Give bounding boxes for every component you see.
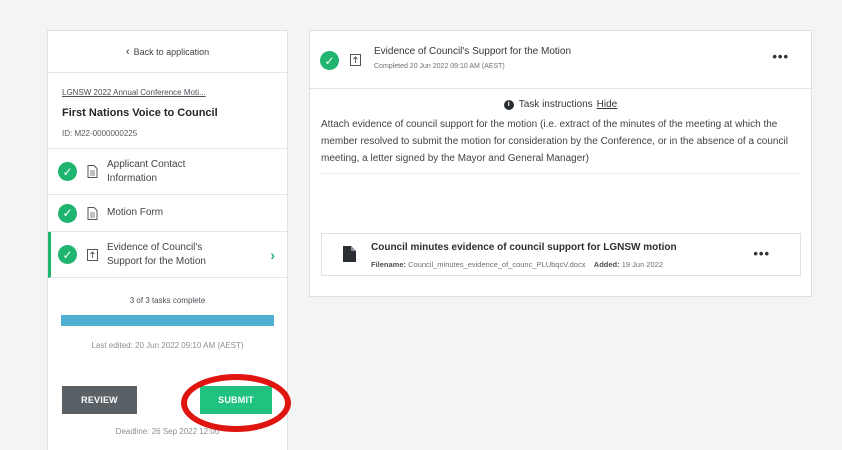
- task-sidebar: ‹ Back to application LGNSW 2022 Annual …: [47, 30, 288, 450]
- check-icon: ✓: [58, 203, 77, 223]
- task-title: Evidence of Council's Support for the Mo…: [374, 46, 572, 57]
- check-icon: ✓: [58, 162, 77, 181]
- info-icon: i: [503, 99, 514, 110]
- progress-text: 3 of 3 tasks complete: [129, 296, 206, 305]
- upload-icon: [348, 53, 362, 67]
- task-completed-date: Completed 20 Jun 2022 09:10 AM (AEST): [374, 63, 505, 70]
- file-title: Council minutes evidence of council supp…: [371, 242, 677, 253]
- check-icon: ✓: [58, 245, 77, 264]
- sidebar-item-applicant-contact[interactable]: ✓ Applicant Contact Information: [48, 149, 287, 195]
- file-icon: [343, 246, 356, 267]
- sidebar-item-motion-form[interactable]: ✓ Motion Form: [48, 195, 287, 232]
- added-value: 19 Jun 2022: [621, 260, 664, 269]
- task-detail-panel: ✓ Evidence of Council's Support for the …: [309, 30, 812, 297]
- file-meta: Filename: Council_minutes_evidence_of_co…: [371, 260, 663, 269]
- check-icon: ✓: [320, 51, 339, 70]
- document-icon: [85, 165, 99, 179]
- back-to-application-link[interactable]: ‹ Back to application: [48, 31, 287, 73]
- task-instructions-header: i Task instructions Hide: [310, 99, 811, 110]
- filename-value: Council_minutes_evidence_of_counc_PLUbqc…: [408, 260, 586, 269]
- action-buttons: REVIEW SUBMIT: [62, 386, 274, 414]
- progress-bar: [61, 315, 274, 326]
- sidebar-item-label: Applicant Contact Information: [107, 158, 186, 184]
- more-options-button[interactable]: •••: [772, 49, 789, 64]
- file-more-options-button[interactable]: •••: [753, 246, 770, 261]
- task-instructions-label: Task instructions: [518, 99, 593, 110]
- upload-icon: [85, 248, 99, 262]
- task-header: ✓ Evidence of Council's Support for the …: [310, 31, 811, 89]
- application-title: First Nations Voice to Council: [62, 107, 218, 119]
- review-button[interactable]: REVIEW: [62, 386, 137, 414]
- task-instructions-text: Attach evidence of council support for t…: [321, 119, 788, 164]
- sidebar-item-evidence-support[interactable]: ✓ Evidence of Council's Support for the …: [48, 232, 287, 278]
- last-edited-text: Last edited: 20 Jun 2022 09:10 AM (AEST): [91, 341, 244, 350]
- progress-bar-fill: [61, 315, 274, 326]
- sidebar-item-label: Evidence of Council's Support for the Mo…: [107, 241, 206, 267]
- added-label: Added:: [593, 260, 620, 269]
- application-id: ID: M22-0000000225: [62, 129, 138, 138]
- chevron-right-icon: ›: [270, 246, 275, 263]
- attached-file-card[interactable]: Council minutes evidence of council supp…: [321, 233, 801, 276]
- divider: [320, 173, 801, 174]
- application-info: LGNSW 2022 Annual Conference Moti... Fir…: [48, 73, 287, 149]
- hide-instructions-link[interactable]: Hide: [597, 99, 618, 110]
- application-link[interactable]: LGNSW 2022 Annual Conference Moti...: [62, 88, 273, 97]
- chevron-left-icon: ‹: [125, 45, 130, 58]
- deadline-text: Deadline: 26 Sep 2022 12:00: [115, 427, 220, 436]
- sidebar-item-label: Motion Form: [107, 207, 164, 218]
- submit-button[interactable]: SUBMIT: [200, 386, 272, 414]
- back-link-label: Back to application: [133, 46, 210, 57]
- document-icon: [85, 206, 99, 220]
- filename-label: Filename:: [371, 260, 407, 269]
